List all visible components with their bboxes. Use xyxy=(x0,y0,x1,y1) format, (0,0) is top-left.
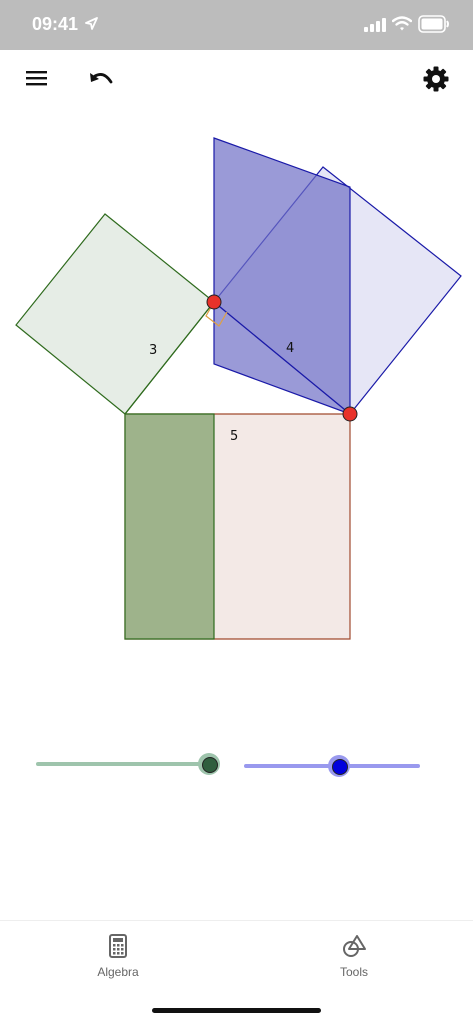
label-hypotenuse: 5 xyxy=(230,429,238,444)
nav-label-tools: Tools xyxy=(339,965,368,979)
settings-gear-icon xyxy=(423,66,449,92)
cellular-signal-icon xyxy=(364,18,386,32)
square-leg-a xyxy=(15,213,215,415)
location-arrow-icon xyxy=(85,17,98,30)
green-slider[interactable] xyxy=(36,750,226,780)
undo-button[interactable] xyxy=(86,64,116,94)
blue-slider[interactable] xyxy=(244,752,434,782)
menu-icon xyxy=(26,71,47,86)
nav-label-algebra: Algebra xyxy=(97,965,139,979)
point-vertex-b[interactable] xyxy=(342,406,358,422)
construction-drawing: 3 4 5 xyxy=(15,137,462,640)
status-bar: 09:41 xyxy=(0,0,473,50)
wifi-icon xyxy=(392,16,412,31)
calculator-icon xyxy=(109,934,127,958)
home-indicator xyxy=(152,1008,321,1013)
label-leg-b: 4 xyxy=(286,341,294,356)
nav-item-algebra[interactable]: Algebra xyxy=(68,933,168,979)
undo-icon xyxy=(90,73,113,84)
settings-button[interactable] xyxy=(421,64,451,94)
green-slider-track xyxy=(36,762,211,766)
label-leg-a: 3 xyxy=(149,343,157,358)
blue-parallelogram xyxy=(213,137,351,415)
battery-icon xyxy=(418,15,449,33)
graphics-canvas[interactable]: 3 4 5 xyxy=(0,106,473,920)
menu-button[interactable] xyxy=(22,64,52,94)
green-region xyxy=(124,413,215,640)
green-slider-knob[interactable] xyxy=(202,757,218,773)
blue-slider-knob[interactable] xyxy=(332,759,348,775)
toolbar xyxy=(0,50,473,106)
status-time: 09:41 xyxy=(32,14,79,34)
point-right-angle[interactable] xyxy=(206,294,222,310)
tools-shapes-icon xyxy=(343,935,366,957)
nav-item-tools[interactable]: Tools xyxy=(304,933,404,979)
